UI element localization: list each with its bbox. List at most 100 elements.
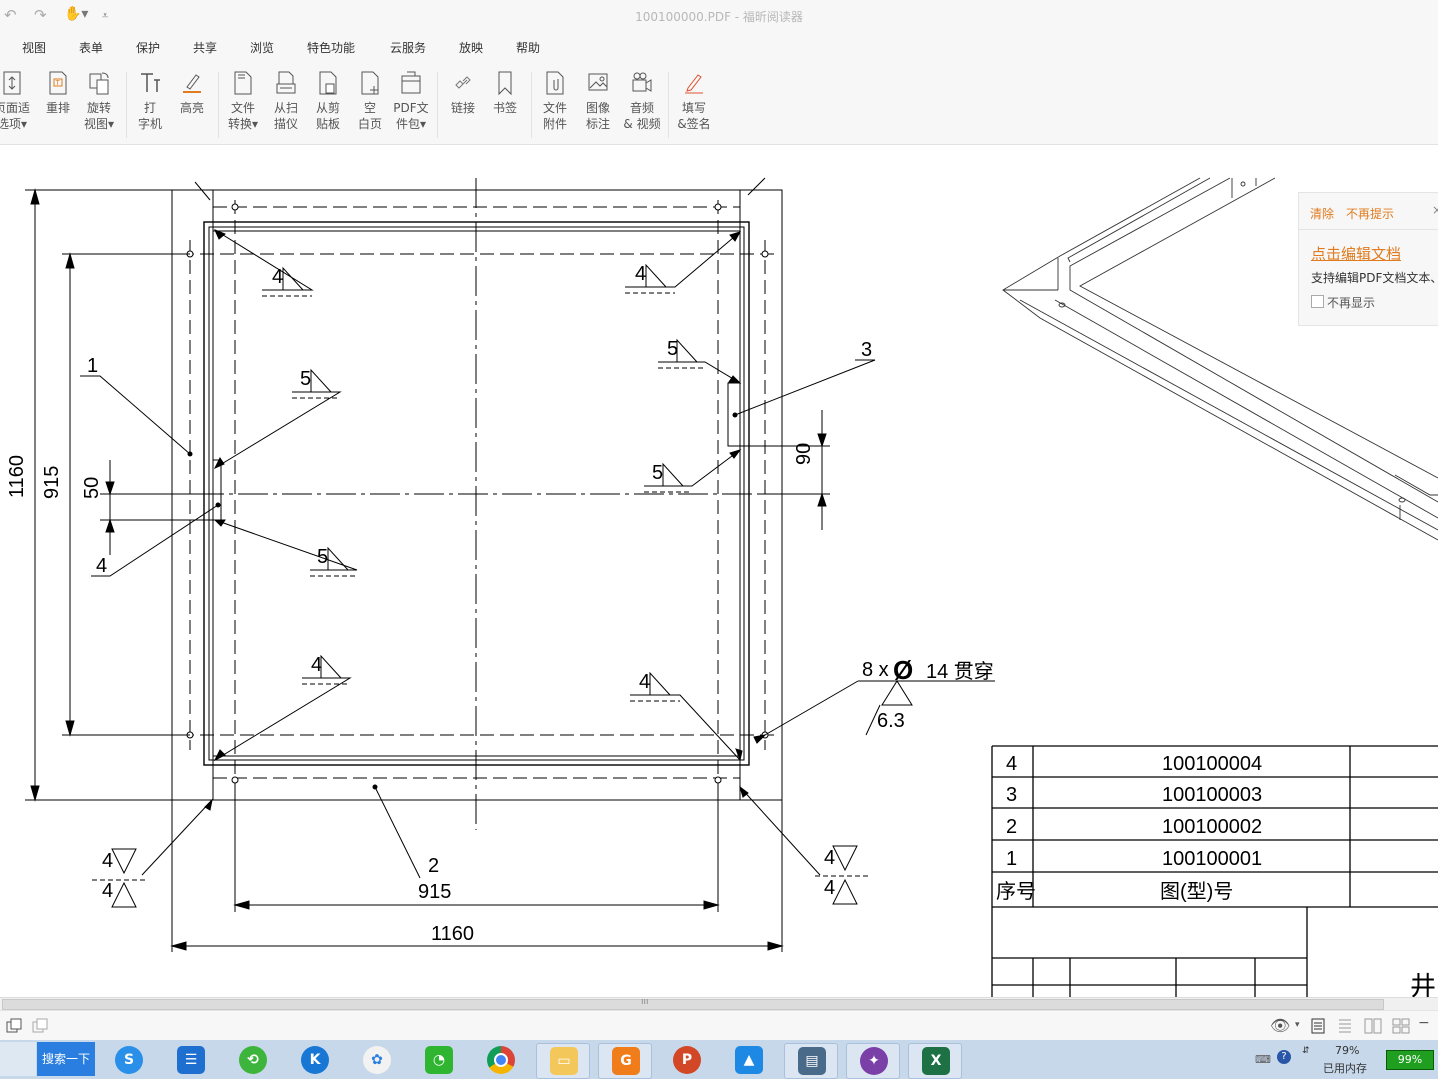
search-button[interactable]: 搜索一下 bbox=[37, 1042, 95, 1076]
menu-view[interactable]: 视图 bbox=[22, 39, 46, 56]
help-icon[interactable]: ? bbox=[1277, 1050, 1291, 1064]
audio-video-button[interactable]: 音频 & 视频 bbox=[620, 70, 664, 132]
menu-cloud[interactable]: 云服务 bbox=[390, 39, 426, 56]
chevron-down-icon[interactable]: ▾ bbox=[1295, 1020, 1300, 1030]
weld-size-label: 4 bbox=[824, 847, 835, 869]
taskbar-cloud-app[interactable]: ✿ bbox=[350, 1043, 402, 1077]
blank-page-icon bbox=[361, 71, 379, 95]
page-thumbnail-icon[interactable] bbox=[6, 1018, 22, 1034]
taskbar-powerpoint[interactable]: P bbox=[660, 1043, 712, 1077]
file-attachment-icon bbox=[546, 71, 564, 95]
menu-browse[interactable]: 浏览 bbox=[250, 39, 274, 56]
taskbar-reader[interactable]: ▤ bbox=[784, 1043, 838, 1079]
foxit-pdf-icon: G bbox=[612, 1047, 640, 1075]
file-convert-button[interactable]: 文件 转换▾ bbox=[221, 70, 265, 132]
reader-app-icon: ▤ bbox=[798, 1047, 826, 1075]
taskbar-purple-app[interactable]: ✦ bbox=[846, 1043, 900, 1079]
diameter-symbol: Ø bbox=[893, 655, 913, 685]
fill-sign-button[interactable]: 填写 &签名 bbox=[672, 70, 716, 132]
no-remind-link[interactable]: 不再提示 bbox=[1346, 205, 1394, 222]
highlight-icon bbox=[183, 74, 201, 93]
weld-size-label: 4 bbox=[311, 654, 322, 676]
typewriter-button[interactable]: 打 字机 bbox=[128, 70, 172, 132]
single-page-icon[interactable] bbox=[1310, 1018, 1326, 1034]
clear-link[interactable]: 清除 bbox=[1310, 205, 1334, 222]
reflow-button[interactable]: T 重排 bbox=[36, 70, 80, 116]
app-grid-icon: ☰ bbox=[177, 1046, 205, 1074]
weld-size-label: 5 bbox=[667, 338, 678, 360]
menu-help[interactable]: 帮助 bbox=[516, 39, 540, 56]
clipboard-button[interactable]: 从剪 贴板 bbox=[306, 70, 350, 132]
k-app-icon: K bbox=[301, 1046, 329, 1074]
weld-size-label: 5 bbox=[317, 546, 328, 568]
dim-1160-vertical: 1160 bbox=[6, 455, 28, 498]
dont-show-label: 不再显示 bbox=[1327, 296, 1376, 310]
scanner-button[interactable]: 从扫 描仪 bbox=[264, 70, 308, 132]
scrollbar-thumb[interactable]: ııı bbox=[2, 997, 1384, 1010]
continuous-facing-icon[interactable] bbox=[1392, 1018, 1410, 1034]
part-label-3: 3 bbox=[861, 339, 872, 361]
bom-no-cell: 2 bbox=[1006, 816, 1017, 838]
horizontal-scrollbar[interactable]: ııı bbox=[0, 997, 1438, 1010]
cloud-app-icon: ✿ bbox=[363, 1046, 391, 1074]
weld-size-label: 5 bbox=[652, 462, 663, 484]
bom-header-code: 图(型)号 bbox=[1160, 880, 1233, 903]
image-annotation-button[interactable]: 图像 标注 bbox=[576, 70, 620, 132]
keyboard-icon[interactable]: ⌨ bbox=[1255, 1053, 1271, 1066]
zoom-out-icon[interactable]: − bbox=[1418, 1015, 1430, 1031]
green-app-icon: ⟲ bbox=[239, 1046, 267, 1074]
link-icon bbox=[455, 76, 471, 89]
page-layout-icon[interactable] bbox=[32, 1018, 48, 1034]
taskbar-sogou[interactable]: S bbox=[102, 1043, 154, 1077]
frame-outer-outline bbox=[171, 189, 783, 801]
taskbar: 搜索一下 S ☰ ⟲ K ✿ ◔ ▭ G P ▲ ▤ ✦ X ⌨ ? ⇵ 79%… bbox=[0, 1040, 1438, 1079]
view-mode-icon[interactable]: 👁 bbox=[1270, 1016, 1290, 1035]
bom-no-cell: 1 bbox=[1006, 848, 1017, 870]
taskbar-blue-app[interactable]: ▲ bbox=[722, 1043, 774, 1077]
dont-show-checkbox[interactable] bbox=[1311, 295, 1324, 308]
edit-document-link[interactable]: 点击编辑文档 bbox=[1311, 243, 1401, 264]
memory-percent: 79% bbox=[1335, 1044, 1360, 1057]
title-bar: ↶ ↷ ✋▾ ⩡ 100100000.PDF - 福昕阅读器 bbox=[0, 0, 1438, 32]
close-icon[interactable]: × bbox=[1432, 203, 1438, 217]
taskbar-wechat[interactable]: ◔ bbox=[412, 1043, 464, 1077]
menu-form[interactable]: 表单 bbox=[79, 39, 103, 56]
mountain-app-icon: ▲ bbox=[735, 1046, 763, 1074]
clipboard-icon bbox=[319, 71, 337, 95]
part-label-1: 1 bbox=[87, 355, 98, 377]
facing-page-icon[interactable] bbox=[1364, 1018, 1382, 1034]
weld-size-label: 4 bbox=[272, 266, 283, 288]
rotate-view-button[interactable]: 旋转 视图▾ bbox=[77, 70, 121, 132]
menu-slideshow[interactable]: 放映 bbox=[459, 39, 483, 56]
file-attachment-button[interactable]: 文件 附件 bbox=[533, 70, 577, 132]
bom-code-cell: 100100001 bbox=[1162, 848, 1262, 870]
highlight-button[interactable]: 高亮 bbox=[170, 70, 214, 116]
bookmark-button[interactable]: 书签 bbox=[483, 70, 527, 116]
menu-bar: 视图 表单 保护 共享 浏览 特色功能 云服务 放映 帮助 bbox=[0, 32, 1438, 62]
taskbar-k-app[interactable]: K bbox=[288, 1043, 340, 1077]
menu-features[interactable]: 特色功能 bbox=[307, 39, 355, 56]
tray-expand-icon[interactable]: ⇵ bbox=[1302, 1046, 1310, 1056]
battery-indicator[interactable]: 99% bbox=[1386, 1050, 1434, 1070]
taskbar-green-app[interactable]: ⟲ bbox=[226, 1043, 278, 1077]
powerpoint-icon: P bbox=[673, 1046, 701, 1074]
link-button[interactable]: 链接 bbox=[441, 70, 485, 116]
taskbar-search-box[interactable] bbox=[0, 1042, 36, 1076]
taskbar-excel[interactable]: X bbox=[908, 1043, 962, 1079]
window-title: 100100000.PDF - 福昕阅读器 bbox=[635, 10, 803, 24]
memory-label: 已用内存 bbox=[1323, 1062, 1367, 1075]
status-bar: 👁 ▾ − bbox=[0, 1010, 1438, 1041]
taskbar-app-grid[interactable]: ☰ bbox=[164, 1043, 216, 1077]
hole-note-text: 14 贯穿 bbox=[926, 660, 994, 683]
taskbar-foxit[interactable]: G bbox=[598, 1043, 652, 1079]
document-canvas[interactable]: 1160 915 50 90 915 1160 1 2 3 4 4 4 5 5 … bbox=[0, 145, 1438, 997]
pdf-package-button[interactable]: PDF文 件包▾ bbox=[389, 70, 433, 132]
blank-page-button[interactable]: 空 白页 bbox=[348, 70, 392, 132]
taskbar-explorer[interactable]: ▭ bbox=[536, 1043, 590, 1079]
menu-share[interactable]: 共享 bbox=[193, 39, 217, 56]
menu-protect[interactable]: 保护 bbox=[136, 39, 160, 56]
taskbar-chrome[interactable] bbox=[474, 1043, 526, 1077]
page-fit-button[interactable]: 页面适 选项▾ bbox=[0, 70, 34, 132]
dim-90: 90 bbox=[793, 443, 815, 465]
continuous-page-icon[interactable] bbox=[1337, 1018, 1353, 1034]
